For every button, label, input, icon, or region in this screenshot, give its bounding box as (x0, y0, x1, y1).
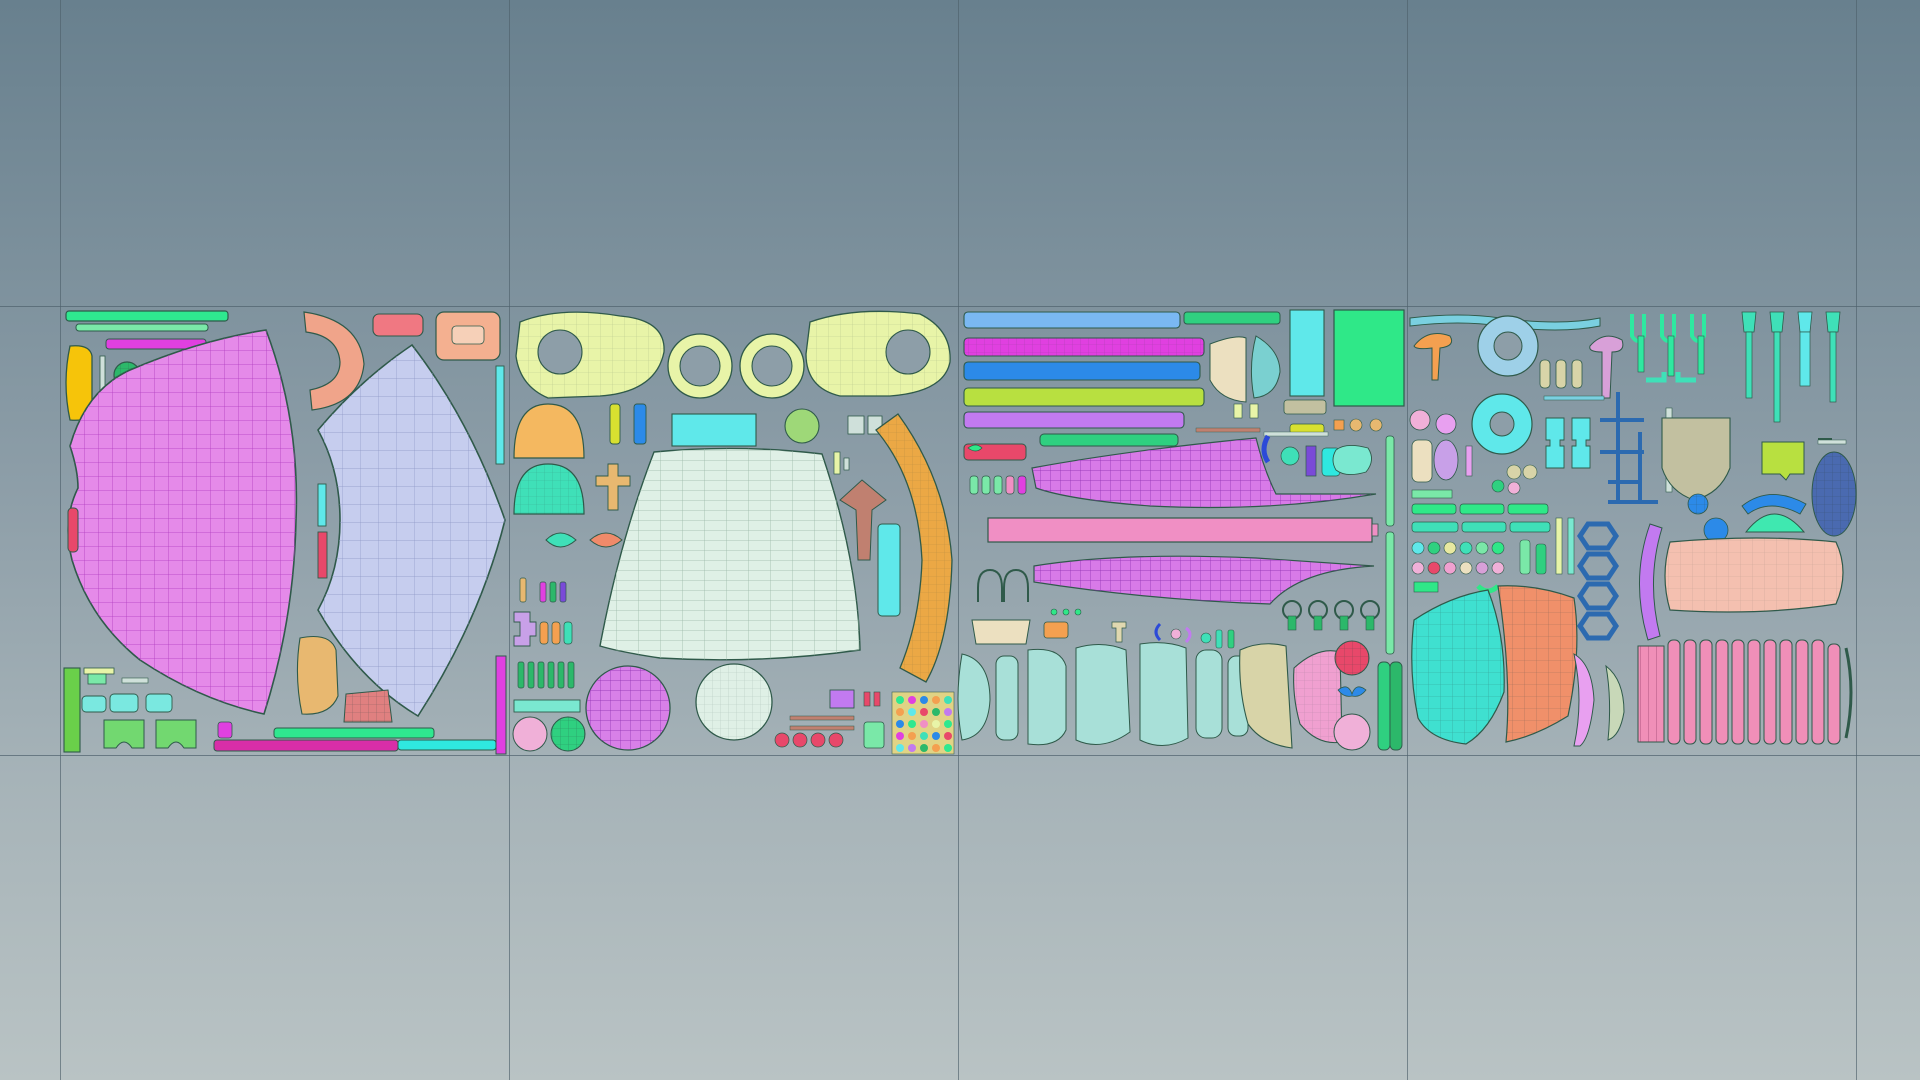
uv-editor-viewport[interactable] (0, 0, 1920, 1080)
uv-shell-pink-circle[interactable] (1333, 713, 1371, 751)
uv-shell-teal-pillow[interactable] (1332, 445, 1372, 475)
uv-shell-strip-blue[interactable] (963, 361, 1201, 381)
uv-shell-fan-beige[interactable] (1209, 336, 1247, 403)
uv-shell-chain-links[interactable] (1576, 521, 1620, 641)
uv-shell-cyan-block[interactable] (1289, 309, 1325, 397)
udim-tile-1001[interactable] (63, 310, 507, 755)
uv-shell-pill-tan-1[interactable] (1539, 359, 1551, 389)
uv-shell-violet-arc[interactable] (1638, 523, 1663, 641)
uv-shell-cyan-strip-bottom[interactable] (397, 739, 497, 751)
uv-shell-brush-tools[interactable] (1741, 311, 1841, 423)
uv-shell-pink-bar[interactable] (987, 517, 1373, 543)
uv-shell-green-block[interactable] (1333, 309, 1405, 407)
uv-shell-mint-lens[interactable] (545, 532, 577, 548)
uv-shell-yellow-tab[interactable] (609, 403, 621, 445)
uv-shell-green-strip-bottom[interactable] (273, 727, 435, 739)
uv-shell-red-notch[interactable] (67, 507, 79, 553)
uv-shell-strip-violet[interactable] (963, 411, 1185, 429)
uv-shell-cyan-pad-2[interactable] (109, 693, 139, 713)
uv-shell-fan-khaki[interactable] (1239, 643, 1293, 749)
uv-shell-half-dome-green[interactable] (1744, 513, 1806, 533)
uv-shell-green-bracket-2[interactable] (155, 719, 197, 749)
uv-shell-strip-green[interactable] (65, 310, 229, 322)
uv-shell-cyan-bar-right[interactable] (495, 365, 505, 465)
uv-shell-strip-yellowgreen[interactable] (963, 387, 1205, 407)
uv-shell-cyan-rect[interactable] (671, 413, 757, 447)
uv-shell-strip-sky[interactable] (963, 311, 1181, 329)
uv-shell-beige-cup[interactable] (971, 619, 1031, 645)
uv-shell-green-pillar[interactable] (63, 667, 81, 753)
uv-shell-arc-cyan[interactable] (1741, 494, 1807, 515)
uv-shell-strip-green-short[interactable] (1039, 433, 1179, 447)
uv-shell-cylinder-1[interactable] (957, 653, 991, 741)
uv-shell-mint-bar[interactable] (513, 699, 581, 713)
uv-shell-teal-leaf[interactable] (1250, 335, 1281, 399)
uv-shell-tan-capsule[interactable] (296, 635, 339, 715)
uv-shell-cylinder-2[interactable] (995, 655, 1019, 741)
uv-shell-stripe-columns[interactable] (1637, 639, 1853, 745)
uv-shell-pill-tan-3[interactable] (1571, 359, 1583, 389)
uv-shell-lime-tab[interactable] (1761, 441, 1805, 481)
uv-shell-button-dots[interactable] (1411, 541, 1505, 575)
uv-shell-magenta-bar-vertical[interactable] (495, 655, 507, 755)
uv-shell-pill-tan-2[interactable] (1555, 359, 1567, 389)
uv-shell-lilac-clip[interactable] (513, 611, 537, 647)
uv-shell-green-bracket-1[interactable] (103, 719, 145, 749)
uv-shell-blue-butterfly[interactable] (1337, 686, 1367, 697)
uv-shell-hoops[interactable] (1282, 600, 1380, 631)
uv-shell-hook-1[interactable] (977, 568, 1003, 602)
uv-shell-strip-mint[interactable] (75, 323, 209, 332)
uv-shell-cyan-notch[interactable] (317, 483, 327, 527)
uv-shell-cyan-pill[interactable] (877, 523, 901, 617)
uv-shell-cylinder-4[interactable] (1075, 644, 1131, 745)
uv-shell-hook-2[interactable] (1003, 568, 1029, 602)
uv-shell-cylinder-3[interactable] (1027, 648, 1067, 746)
uv-shell-blue-tab[interactable] (633, 403, 647, 445)
uv-shell-arc-pink-small[interactable] (1573, 653, 1595, 747)
uv-shell-coral-block[interactable] (372, 313, 424, 337)
udim-tile-1004[interactable] (1409, 311, 1857, 747)
uv-shell-dumbbell-1[interactable] (1545, 417, 1565, 469)
udim-tile-1003[interactable] (957, 309, 1405, 751)
uv-shell-cross-tan[interactable] (595, 463, 631, 511)
uv-shell-forks[interactable] (1630, 314, 1706, 383)
uv-shell-scaffold[interactable] (1600, 392, 1658, 504)
uv-shell-cylinder-5[interactable] (1139, 642, 1189, 746)
uv-shell-cylinder-6[interactable] (1195, 649, 1223, 739)
uv-shell-green-column[interactable] (1377, 661, 1391, 751)
uv-shell-lilac-block[interactable] (829, 689, 855, 709)
uv-shell-arc-sage[interactable] (1605, 664, 1625, 741)
uv-shell-green-dot[interactable] (784, 408, 820, 444)
uv-shell-strip-lime-top[interactable] (1183, 311, 1281, 325)
uv-shell-mushroom-pink[interactable] (1589, 335, 1624, 399)
uv-shell-salmon-lens[interactable] (589, 532, 623, 548)
uv-shell-dome-orange[interactable] (513, 403, 585, 459)
udim-tile-1002[interactable] (512, 310, 955, 755)
uv-shell-red-notch-2[interactable] (317, 531, 328, 579)
uv-layout-canvas[interactable] (0, 0, 1920, 1080)
uv-shell-cyan-pad-1[interactable] (81, 695, 107, 713)
uv-shell-pink-disc[interactable] (512, 716, 548, 752)
uv-shell-cyan-pad-3[interactable] (145, 693, 173, 713)
uv-shell-magenta-strip-bottom[interactable] (213, 739, 399, 752)
uv-shell-mushroom-orange[interactable] (1413, 333, 1453, 381)
uv-shell-dumbbell-2[interactable] (1571, 417, 1591, 469)
